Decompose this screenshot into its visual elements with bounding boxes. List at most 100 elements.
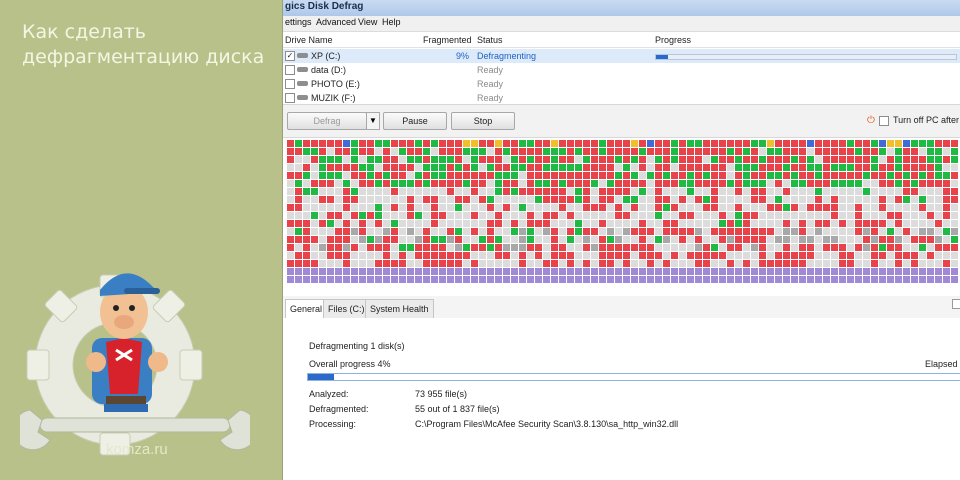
action-toolbar: Defrag ▼ Pause Stop ⏻ Turn off PC after … — [283, 104, 960, 138]
column-fragmented[interactable]: Fragmented — [423, 35, 472, 45]
cluster-block — [711, 236, 718, 243]
cluster-block — [359, 164, 366, 171]
cluster-block — [551, 188, 558, 195]
cluster-block — [935, 268, 942, 275]
tab-system-health[interactable]: System Health — [365, 299, 434, 318]
cluster-block — [639, 220, 646, 227]
cluster-block — [919, 220, 926, 227]
column-status[interactable]: Status — [477, 35, 503, 45]
cluster-block — [775, 196, 782, 203]
menu-advanced[interactable]: Advanced — [316, 17, 356, 27]
column-progress[interactable]: Progress — [655, 35, 691, 45]
drive-row-d[interactable]: data (D:) Ready — [283, 63, 960, 77]
cluster-block — [311, 268, 318, 275]
tab-files[interactable]: Files (C:) — [323, 299, 370, 318]
cluster-block — [759, 172, 766, 179]
cluster-block — [407, 180, 414, 187]
cluster-block — [839, 260, 846, 267]
defrag-dropdown-arrow[interactable]: ▼ — [366, 112, 380, 130]
cluster-block — [887, 236, 894, 243]
cluster-block — [943, 220, 950, 227]
promo-title: Как сделать дефрагментацию диска — [22, 20, 264, 70]
cluster-block — [871, 212, 878, 219]
cluster-block — [767, 180, 774, 187]
cluster-block — [431, 252, 438, 259]
cluster-block — [295, 244, 302, 251]
cluster-block — [295, 188, 302, 195]
cluster-block — [487, 268, 494, 275]
drive-row-f[interactable]: MUZIK (F:) Ready — [283, 91, 960, 105]
cluster-block — [647, 220, 654, 227]
cluster-block — [871, 204, 878, 211]
drive-checkbox-f[interactable] — [285, 93, 295, 103]
panel-option-checkbox[interactable] — [952, 299, 960, 309]
cluster-block — [327, 220, 334, 227]
cluster-block — [607, 260, 614, 267]
cluster-block — [863, 244, 870, 251]
cluster-block — [631, 244, 638, 251]
drive-name: data (D:) — [311, 65, 347, 75]
cluster-block — [599, 180, 606, 187]
cluster-block — [439, 244, 446, 251]
cluster-block — [799, 220, 806, 227]
cluster-block — [407, 140, 414, 147]
cluster-block — [839, 164, 846, 171]
cluster-block — [359, 196, 366, 203]
cluster-block — [591, 204, 598, 211]
drive-checkbox-d[interactable] — [285, 65, 295, 75]
cluster-block — [887, 244, 894, 251]
cluster-block — [335, 220, 342, 227]
stop-button[interactable]: Stop — [451, 112, 515, 130]
cluster-block — [503, 204, 510, 211]
cluster-block — [823, 276, 830, 283]
cluster-block — [591, 276, 598, 283]
cluster-block — [583, 276, 590, 283]
cluster-block — [679, 276, 686, 283]
cluster-block — [951, 244, 958, 251]
title-bar[interactable]: gics Disk Defrag — [283, 0, 960, 16]
cluster-block — [303, 260, 310, 267]
cluster-block — [567, 164, 574, 171]
cluster-block — [623, 212, 630, 219]
cluster-block — [295, 268, 302, 275]
cluster-block — [679, 220, 686, 227]
cluster-block — [663, 148, 670, 155]
menu-view[interactable]: View — [358, 17, 377, 27]
cluster-block — [703, 212, 710, 219]
cluster-block — [439, 204, 446, 211]
cluster-block — [487, 212, 494, 219]
cluster-block — [375, 276, 382, 283]
cluster-block — [719, 228, 726, 235]
drive-checkbox-c[interactable]: ✓ — [285, 51, 295, 61]
overall-progress-bar — [307, 373, 960, 381]
cluster-block — [567, 268, 574, 275]
cluster-block — [799, 236, 806, 243]
drive-row-c[interactable]: ✓ XP (C:) 9% Defragmenting — [283, 49, 960, 63]
tab-general[interactable]: General — [285, 299, 328, 319]
cluster-block — [759, 268, 766, 275]
cluster-block — [951, 188, 958, 195]
cluster-block — [751, 268, 758, 275]
cluster-block — [295, 220, 302, 227]
cluster-block — [543, 244, 550, 251]
cluster-block — [471, 156, 478, 163]
cluster-block — [287, 268, 294, 275]
cluster-block — [871, 140, 878, 147]
pause-button[interactable]: Pause — [383, 112, 447, 130]
menu-help[interactable]: Help — [382, 17, 401, 27]
cluster-block — [791, 148, 798, 155]
cluster-block — [487, 228, 494, 235]
cluster-block — [951, 268, 958, 275]
column-drive-name[interactable]: Drive Name — [285, 35, 333, 45]
drive-row-e[interactable]: PHOTO (E:) Ready — [283, 77, 960, 91]
defrag-button[interactable]: Defrag — [287, 112, 367, 130]
cluster-block — [807, 220, 814, 227]
cluster-block — [935, 172, 942, 179]
cluster-block — [407, 148, 414, 155]
drive-checkbox-e[interactable] — [285, 79, 295, 89]
menu-settings[interactable]: ettings — [285, 17, 312, 27]
cluster-block — [783, 228, 790, 235]
turn-off-checkbox[interactable] — [879, 116, 889, 126]
cluster-block — [375, 220, 382, 227]
cluster-block — [711, 148, 718, 155]
